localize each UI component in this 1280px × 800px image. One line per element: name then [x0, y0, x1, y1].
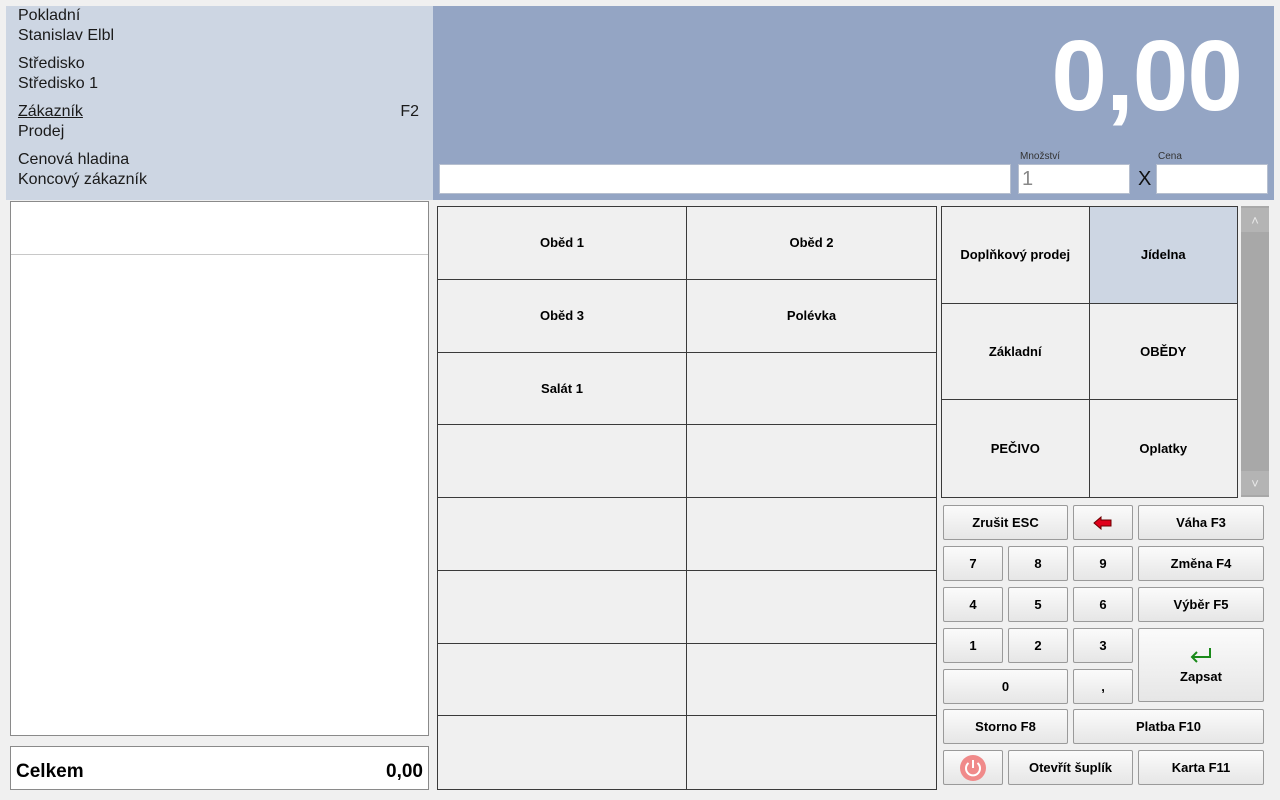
payment-button[interactable]: Platba F10	[1073, 709, 1264, 744]
chevron-up-icon[interactable]: ˄	[1241, 208, 1269, 232]
key-3[interactable]: 3	[1073, 628, 1133, 663]
total-label: Celkem	[16, 761, 84, 782]
product-button[interactable]: Oběd 3	[438, 279, 687, 353]
cashier-name: Stanislav Elbl	[18, 27, 115, 44]
select-button[interactable]: Výběr F5	[1138, 587, 1264, 622]
backspace-button[interactable]	[1073, 505, 1133, 540]
receipt-list[interactable]	[10, 201, 429, 736]
category-button[interactable]: Základní	[942, 303, 1090, 401]
product-button[interactable]: Oběd 1	[438, 207, 687, 280]
price-input[interactable]	[1156, 164, 1268, 194]
key-8[interactable]: 8	[1008, 546, 1068, 581]
chevron-down-icon[interactable]: ˅	[1241, 471, 1269, 495]
product-button[interactable]	[438, 716, 687, 789]
category-button[interactable]: Doplňkový prodej	[942, 207, 1090, 304]
item-code-input[interactable]	[439, 164, 1011, 194]
storno-button[interactable]: Storno F8	[943, 709, 1068, 744]
weight-button[interactable]: Váha F3	[1138, 505, 1264, 540]
receipt-total: Celkem 0,00	[10, 746, 429, 790]
product-button[interactable]	[687, 352, 936, 426]
key-comma[interactable]: ,	[1073, 669, 1133, 704]
customer-shortcut: F2	[400, 103, 419, 120]
multiply-sign: X	[1138, 168, 1152, 190]
customer-value: Prodej	[18, 123, 65, 140]
card-button[interactable]: Karta F11	[1138, 750, 1264, 785]
open-drawer-button[interactable]: Otevřít šuplík	[1008, 750, 1133, 785]
category-button[interactable]: OBĚDY	[1089, 303, 1237, 401]
key-1[interactable]: 1	[943, 628, 1003, 663]
key-4[interactable]: 4	[943, 587, 1003, 622]
big-total-amount: 0,00	[1051, 20, 1243, 132]
product-button[interactable]	[687, 570, 936, 644]
product-button[interactable]	[438, 570, 687, 644]
backspace-arrow-icon	[1093, 515, 1112, 530]
customer-link[interactable]: Zákazník	[18, 102, 83, 122]
category-button[interactable]: Jídelna	[1089, 207, 1237, 304]
quantity-input[interactable]: 1	[1018, 164, 1130, 194]
key-2[interactable]: 2	[1008, 628, 1068, 663]
key-0[interactable]: 0	[943, 669, 1068, 704]
price-label: Cena	[1158, 151, 1182, 162]
total-display: 0,00 Množství 1 X Cena	[433, 6, 1274, 200]
receipt-header-row	[11, 202, 428, 255]
enter-arrow-icon	[1190, 647, 1211, 663]
write-button[interactable]: Zapsat	[1138, 628, 1264, 702]
price-level-value: Koncový zákazník	[18, 171, 147, 188]
change-button[interactable]: Změna F4	[1138, 546, 1264, 581]
power-button[interactable]	[943, 750, 1003, 785]
category-scrollbar[interactable]: ˄ ˅	[1241, 206, 1269, 497]
key-5[interactable]: 5	[1008, 587, 1068, 622]
category-grid: Doplňkový prodej Jídelna Základní OBĚDY …	[941, 206, 1238, 498]
product-button[interactable]	[687, 643, 936, 717]
quantity-label: Množství	[1020, 151, 1061, 162]
cashier-label: Pokladní	[18, 7, 81, 24]
product-button[interactable]	[438, 425, 687, 498]
category-button[interactable]: Oplatky	[1089, 400, 1237, 497]
info-panel: Pokladní Stanislav Elbl Středisko Středi…	[6, 6, 433, 200]
product-grid: Oběd 1 Oběd 2 Oběd 3 Polévka Salát 1	[437, 206, 937, 790]
power-icon	[960, 754, 986, 781]
product-button[interactable]	[687, 498, 936, 571]
category-button[interactable]: PEČIVO	[942, 400, 1090, 497]
product-button[interactable]	[687, 425, 936, 498]
write-label: Zapsat	[1180, 668, 1222, 684]
cancel-button[interactable]: Zrušit ESC	[943, 505, 1068, 540]
product-button[interactable]	[687, 716, 936, 789]
total-value: 0,00	[386, 761, 423, 782]
product-button[interactable]: Oběd 2	[687, 207, 936, 280]
product-button[interactable]	[438, 643, 687, 717]
center-name: Středisko 1	[18, 75, 99, 92]
product-button[interactable]	[438, 498, 687, 571]
key-7[interactable]: 7	[943, 546, 1003, 581]
key-9[interactable]: 9	[1073, 546, 1133, 581]
center-label: Středisko	[18, 55, 85, 72]
product-button[interactable]: Polévka	[687, 279, 936, 353]
price-level-label: Cenová hladina	[18, 151, 130, 168]
product-button[interactable]: Salát 1	[438, 352, 687, 426]
key-6[interactable]: 6	[1073, 587, 1133, 622]
